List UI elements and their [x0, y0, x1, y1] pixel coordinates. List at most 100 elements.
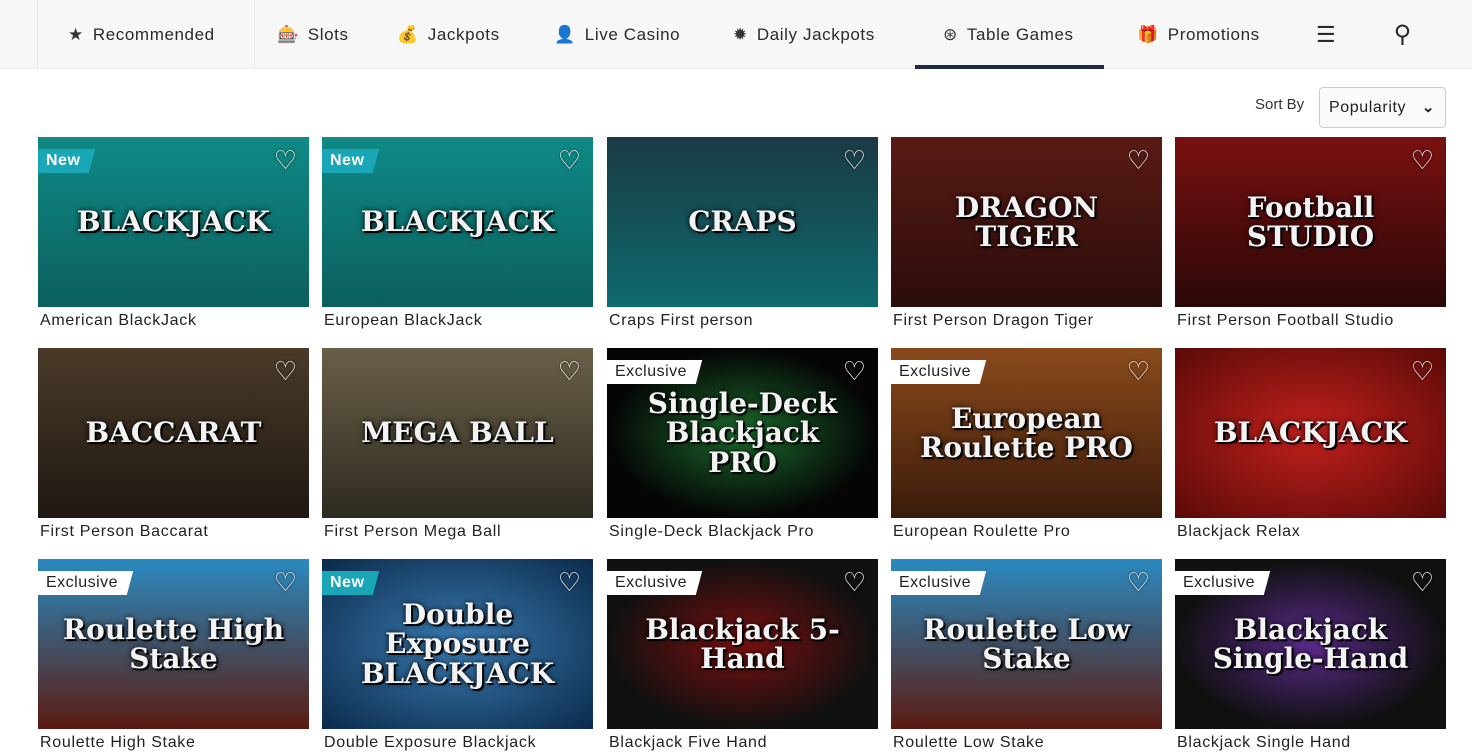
money-bag-icon: 💰 — [397, 24, 419, 44]
tab-table-games[interactable]: ⊛ Table Games — [915, 0, 1104, 69]
game-title[interactable]: Blackjack Single Hand — [1175, 734, 1446, 752]
gift-icon: 🎁 — [1137, 24, 1159, 44]
game-thumbnail[interactable]: BACCARAT ♡ — [38, 348, 309, 518]
heart-icon[interactable]: ♡ — [274, 567, 297, 598]
game-thumbnail[interactable]: Blackjack Single-Hand Exclusive ♡ — [1175, 559, 1446, 729]
game-title[interactable]: Blackjack Five Hand — [607, 734, 878, 752]
game-logo: BLACKJACK — [1213, 416, 1408, 450]
exclusive-badge: Exclusive — [1175, 571, 1271, 595]
sort-label: Sort By — [1255, 96, 1305, 113]
game-thumbnail[interactable]: MEGA BALL ♡ — [322, 348, 593, 518]
game-title[interactable]: Craps First person — [607, 312, 878, 330]
game-tile[interactable]: Single-Deck Blackjack PRO Exclusive ♡ Si… — [607, 348, 878, 541]
game-thumbnail[interactable]: Roulette High Stake Exclusive ♡ — [38, 559, 309, 729]
game-title[interactable]: European BlackJack — [322, 312, 593, 330]
game-logo: Football STUDIO — [1246, 190, 1375, 253]
heart-icon[interactable]: ♡ — [274, 145, 297, 176]
game-title[interactable]: First Person Football Studio — [1175, 312, 1446, 330]
game-thumbnail[interactable]: BLACKJACK ♡ — [1175, 348, 1446, 518]
game-tile[interactable]: CRAPS ♡ Craps First person — [607, 137, 878, 330]
heart-icon[interactable]: ♡ — [843, 145, 866, 176]
game-title[interactable]: First Person Mega Ball — [322, 523, 593, 541]
tab-label: Table Games — [966, 24, 1074, 44]
game-tile[interactable]: Blackjack Single-Hand Exclusive ♡ Blackj… — [1175, 559, 1446, 752]
heart-icon[interactable]: ♡ — [1127, 356, 1150, 387]
slot-machine-icon: 🎰 — [277, 24, 299, 44]
game-title[interactable]: American BlackJack — [38, 312, 309, 330]
game-thumbnail[interactable]: Football STUDIO ♡ — [1175, 137, 1446, 307]
heart-icon[interactable]: ♡ — [558, 356, 581, 387]
game-thumbnail[interactable]: BLACKJACK New ♡ — [38, 137, 309, 307]
game-tile[interactable]: Double Exposure BLACKJACK New ♡ Double E… — [322, 559, 593, 752]
nav-divider — [254, 0, 255, 69]
heart-icon[interactable]: ♡ — [843, 567, 866, 598]
game-thumbnail[interactable]: BLACKJACK New ♡ — [322, 137, 593, 307]
game-logo: Single-Deck Blackjack PRO — [647, 386, 838, 479]
heart-icon[interactable]: ♡ — [1127, 145, 1150, 176]
game-thumbnail[interactable]: Single-Deck Blackjack PRO Exclusive ♡ — [607, 348, 878, 518]
game-tile[interactable]: Blackjack 5-Hand Exclusive ♡ Blackjack F… — [607, 559, 878, 752]
game-title[interactable]: Single-Deck Blackjack Pro — [607, 523, 878, 541]
tab-label: Promotions — [1167, 24, 1260, 44]
game-title[interactable]: Roulette Low Stake — [891, 734, 1162, 752]
list-view-button[interactable]: ☰ — [1316, 0, 1336, 69]
game-tile[interactable]: Roulette Low Stake Exclusive ♡ Roulette … — [891, 559, 1162, 752]
nav-divider — [37, 0, 38, 69]
heart-icon[interactable]: ♡ — [558, 145, 581, 176]
game-title[interactable]: European Roulette Pro — [891, 523, 1162, 541]
game-logo: BACCARAT — [85, 416, 262, 450]
game-thumbnail[interactable]: Roulette Low Stake Exclusive ♡ — [891, 559, 1162, 729]
game-thumbnail[interactable]: Blackjack 5-Hand Exclusive ♡ — [607, 559, 878, 729]
tab-label: Live Casino — [584, 24, 681, 44]
heart-icon[interactable]: ♡ — [1411, 567, 1434, 598]
game-title[interactable]: First Person Baccarat — [38, 523, 309, 541]
tab-live-casino[interactable]: 👤 Live Casino — [554, 0, 680, 69]
tab-jackpots[interactable]: 💰 Jackpots — [397, 0, 500, 69]
game-tile[interactable]: BLACKJACK New ♡ European BlackJack — [322, 137, 593, 330]
roulette-wheel-icon: ⊛ — [943, 24, 958, 44]
game-thumbnail[interactable]: Double Exposure BLACKJACK New ♡ — [322, 559, 593, 729]
exclusive-badge: Exclusive — [607, 571, 703, 595]
game-tile[interactable]: European Roulette PRO Exclusive ♡ Europe… — [891, 348, 1162, 541]
game-title[interactable]: Roulette High Stake — [38, 734, 309, 752]
exclusive-badge: Exclusive — [891, 360, 987, 384]
exclusive-badge: Exclusive — [607, 360, 703, 384]
search-button[interactable]: ⚲ — [1393, 0, 1411, 69]
sort-select[interactable]: Popularity ⌄ — [1319, 87, 1446, 128]
game-thumbnail[interactable]: European Roulette PRO Exclusive ♡ — [891, 348, 1162, 518]
tab-daily-jackpots[interactable]: ✹ Daily Jackpots — [733, 0, 875, 69]
game-thumbnail[interactable]: DRAGON TIGER ♡ — [891, 137, 1162, 307]
heart-icon[interactable]: ♡ — [1411, 145, 1434, 176]
list-icon: ☰ — [1316, 21, 1337, 47]
new-badge: New — [322, 571, 380, 595]
game-tile[interactable]: BACCARAT ♡ First Person Baccarat — [38, 348, 309, 541]
game-tile[interactable]: Football STUDIO ♡ First Person Football … — [1175, 137, 1446, 330]
game-tile[interactable]: BLACKJACK New ♡ American BlackJack — [38, 137, 309, 330]
heart-icon[interactable]: ♡ — [1411, 356, 1434, 387]
game-thumbnail[interactable]: CRAPS ♡ — [607, 137, 878, 307]
tab-promotions[interactable]: 🎁 Promotions — [1137, 0, 1260, 69]
game-title[interactable]: First Person Dragon Tiger — [891, 312, 1162, 330]
exclusive-badge: Exclusive — [38, 571, 134, 595]
game-logo: Blackjack Single-Hand — [1212, 612, 1409, 675]
game-title[interactable]: Blackjack Relax — [1175, 523, 1446, 541]
heart-icon[interactable]: ♡ — [274, 356, 297, 387]
game-logo: Double Exposure BLACKJACK — [360, 597, 555, 690]
game-tile[interactable]: BLACKJACK ♡ Blackjack Relax — [1175, 348, 1446, 541]
game-logo: European Roulette PRO — [920, 401, 1133, 464]
sort-value: Popularity — [1329, 98, 1407, 116]
game-logo: CRAPS — [688, 205, 797, 239]
game-tile[interactable]: MEGA BALL ♡ First Person Mega Ball — [322, 348, 593, 541]
heart-icon[interactable]: ♡ — [558, 567, 581, 598]
exclusive-badge: Exclusive — [891, 571, 987, 595]
heart-icon[interactable]: ♡ — [1127, 567, 1150, 598]
chevron-down-icon: ⌄ — [1421, 99, 1435, 116]
tab-slots[interactable]: 🎰 Slots — [277, 0, 349, 69]
heart-icon[interactable]: ♡ — [843, 356, 866, 387]
tab-recommended[interactable]: ★ Recommended — [68, 0, 215, 69]
game-tile[interactable]: DRAGON TIGER ♡ First Person Dragon Tiger — [891, 137, 1162, 330]
game-logo: Roulette High Stake — [62, 612, 285, 675]
game-tile[interactable]: Roulette High Stake Exclusive ♡ Roulette… — [38, 559, 309, 752]
game-logo: Blackjack 5-Hand — [645, 612, 840, 675]
game-title[interactable]: Double Exposure Blackjack — [322, 734, 593, 752]
